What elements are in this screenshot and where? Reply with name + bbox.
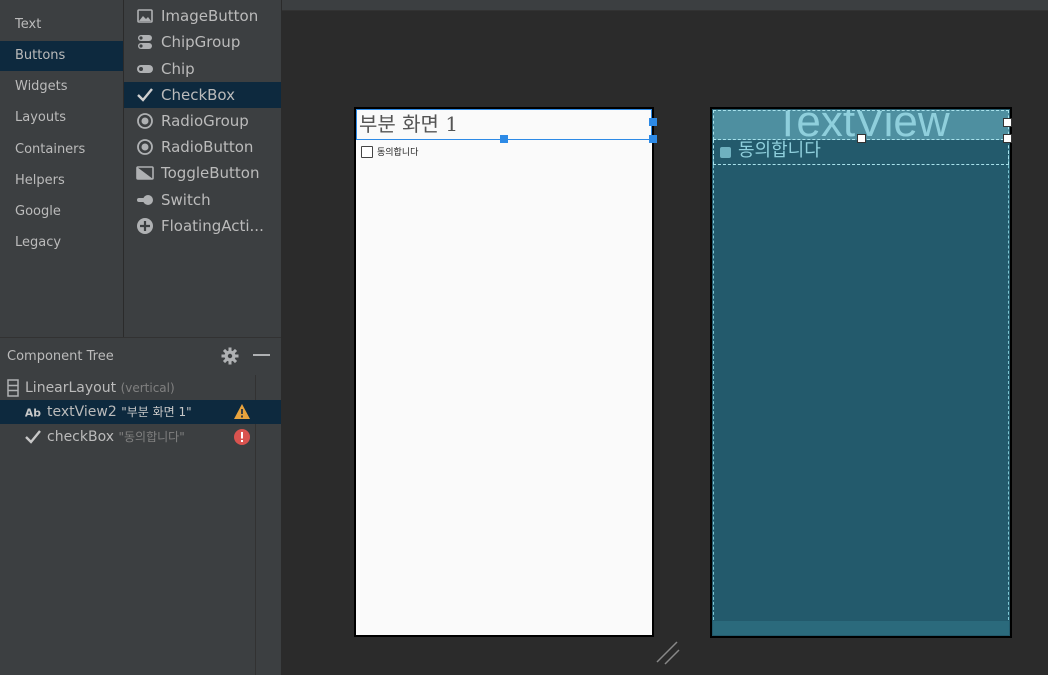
category-google[interactable]: Google <box>0 197 123 227</box>
chip-group-icon <box>138 35 152 49</box>
radio-icon <box>137 139 153 155</box>
palette-item-checkbox[interactable]: CheckBox <box>124 82 281 108</box>
palette-item-togglebutton[interactable]: ToggleButton <box>124 160 281 186</box>
blueprint-nav-bar <box>713 621 1009 635</box>
palette-items: ImageButton ChipGroup Chip CheckBox Radi… <box>124 0 281 337</box>
category-helpers[interactable]: Helpers <box>0 166 123 196</box>
resize-handle-corner[interactable] <box>649 135 657 143</box>
image-icon <box>137 9 153 23</box>
minimize-icon[interactable] <box>253 354 270 356</box>
blueprint-preview[interactable]: TextView 동의합니다 <box>710 107 1012 638</box>
blueprint-handle-corner[interactable] <box>1003 134 1012 143</box>
design-checkbox[interactable]: 동의합니다 <box>361 146 418 160</box>
category-containers[interactable]: Containers <box>0 135 123 165</box>
checkbox-blueprint-icon <box>720 147 731 158</box>
warning-icon[interactable] <box>233 403 251 421</box>
error-icon[interactable] <box>233 428 251 446</box>
switch-icon <box>137 195 153 205</box>
palette-categories: Text Buttons Widgets Layouts Containers … <box>0 0 123 337</box>
svg-text:Ab: Ab <box>25 407 41 420</box>
canvas-resize-grip-icon[interactable] <box>655 640 681 666</box>
category-legacy[interactable]: Legacy <box>0 228 123 258</box>
palette-item-chip[interactable]: Chip <box>124 56 281 82</box>
design-preview[interactable]: 부분 화면 1 동의합니다 <box>354 107 654 637</box>
palette-item-radiobutton[interactable]: RadioButton <box>124 134 281 160</box>
chip-icon <box>137 65 153 73</box>
plus-circle-icon <box>137 218 153 234</box>
layout-toolbar <box>282 0 1048 11</box>
palette-item-radiogroup[interactable]: RadioGroup <box>124 108 281 134</box>
checkmark-icon <box>25 430 41 444</box>
radio-icon <box>137 113 153 129</box>
blueprint-checkbox[interactable]: 동의합니다 <box>713 140 1009 165</box>
blueprint-handle-bottom[interactable] <box>857 134 866 143</box>
category-widgets[interactable]: Widgets <box>0 72 123 102</box>
checkbox-square-icon <box>361 146 373 158</box>
palette-item-switch[interactable]: Switch <box>124 187 281 213</box>
category-text[interactable]: Text <box>0 10 123 40</box>
component-tree-title: Component Tree <box>7 349 114 364</box>
toggle-icon <box>136 166 154 180</box>
text-ab-icon: Ab <box>25 407 41 420</box>
linear-layout-icon <box>7 379 19 397</box>
gear-icon[interactable] <box>221 347 239 365</box>
palette-item-imagebutton[interactable]: ImageButton <box>124 3 281 29</box>
palette-item-floatingactionbutton[interactable]: FloatingActi... <box>124 213 281 239</box>
tree-row-linearlayout[interactable]: LinearLayout (vertical) <box>0 376 281 400</box>
palette-item-chipgroup[interactable]: ChipGroup <box>124 29 281 55</box>
category-layouts[interactable]: Layouts <box>0 103 123 133</box>
category-buttons[interactable]: Buttons <box>0 41 123 71</box>
blueprint-layout-outline <box>713 110 1009 635</box>
tree-row-textview2[interactable]: Ab textView2 "부분 화면 1" <box>0 400 281 424</box>
blueprint-handle-right[interactable] <box>1003 118 1012 127</box>
resize-handle-right[interactable] <box>649 118 657 126</box>
resize-handle-bottom[interactable] <box>500 135 508 143</box>
component-tree-header: Component Tree <box>0 338 281 375</box>
checkmark-icon <box>137 88 153 102</box>
component-tree-panel: Component Tree LinearLayout (vertical) A… <box>0 337 281 675</box>
tree-row-checkbox[interactable]: checkBox "동의합니다" <box>0 425 281 449</box>
